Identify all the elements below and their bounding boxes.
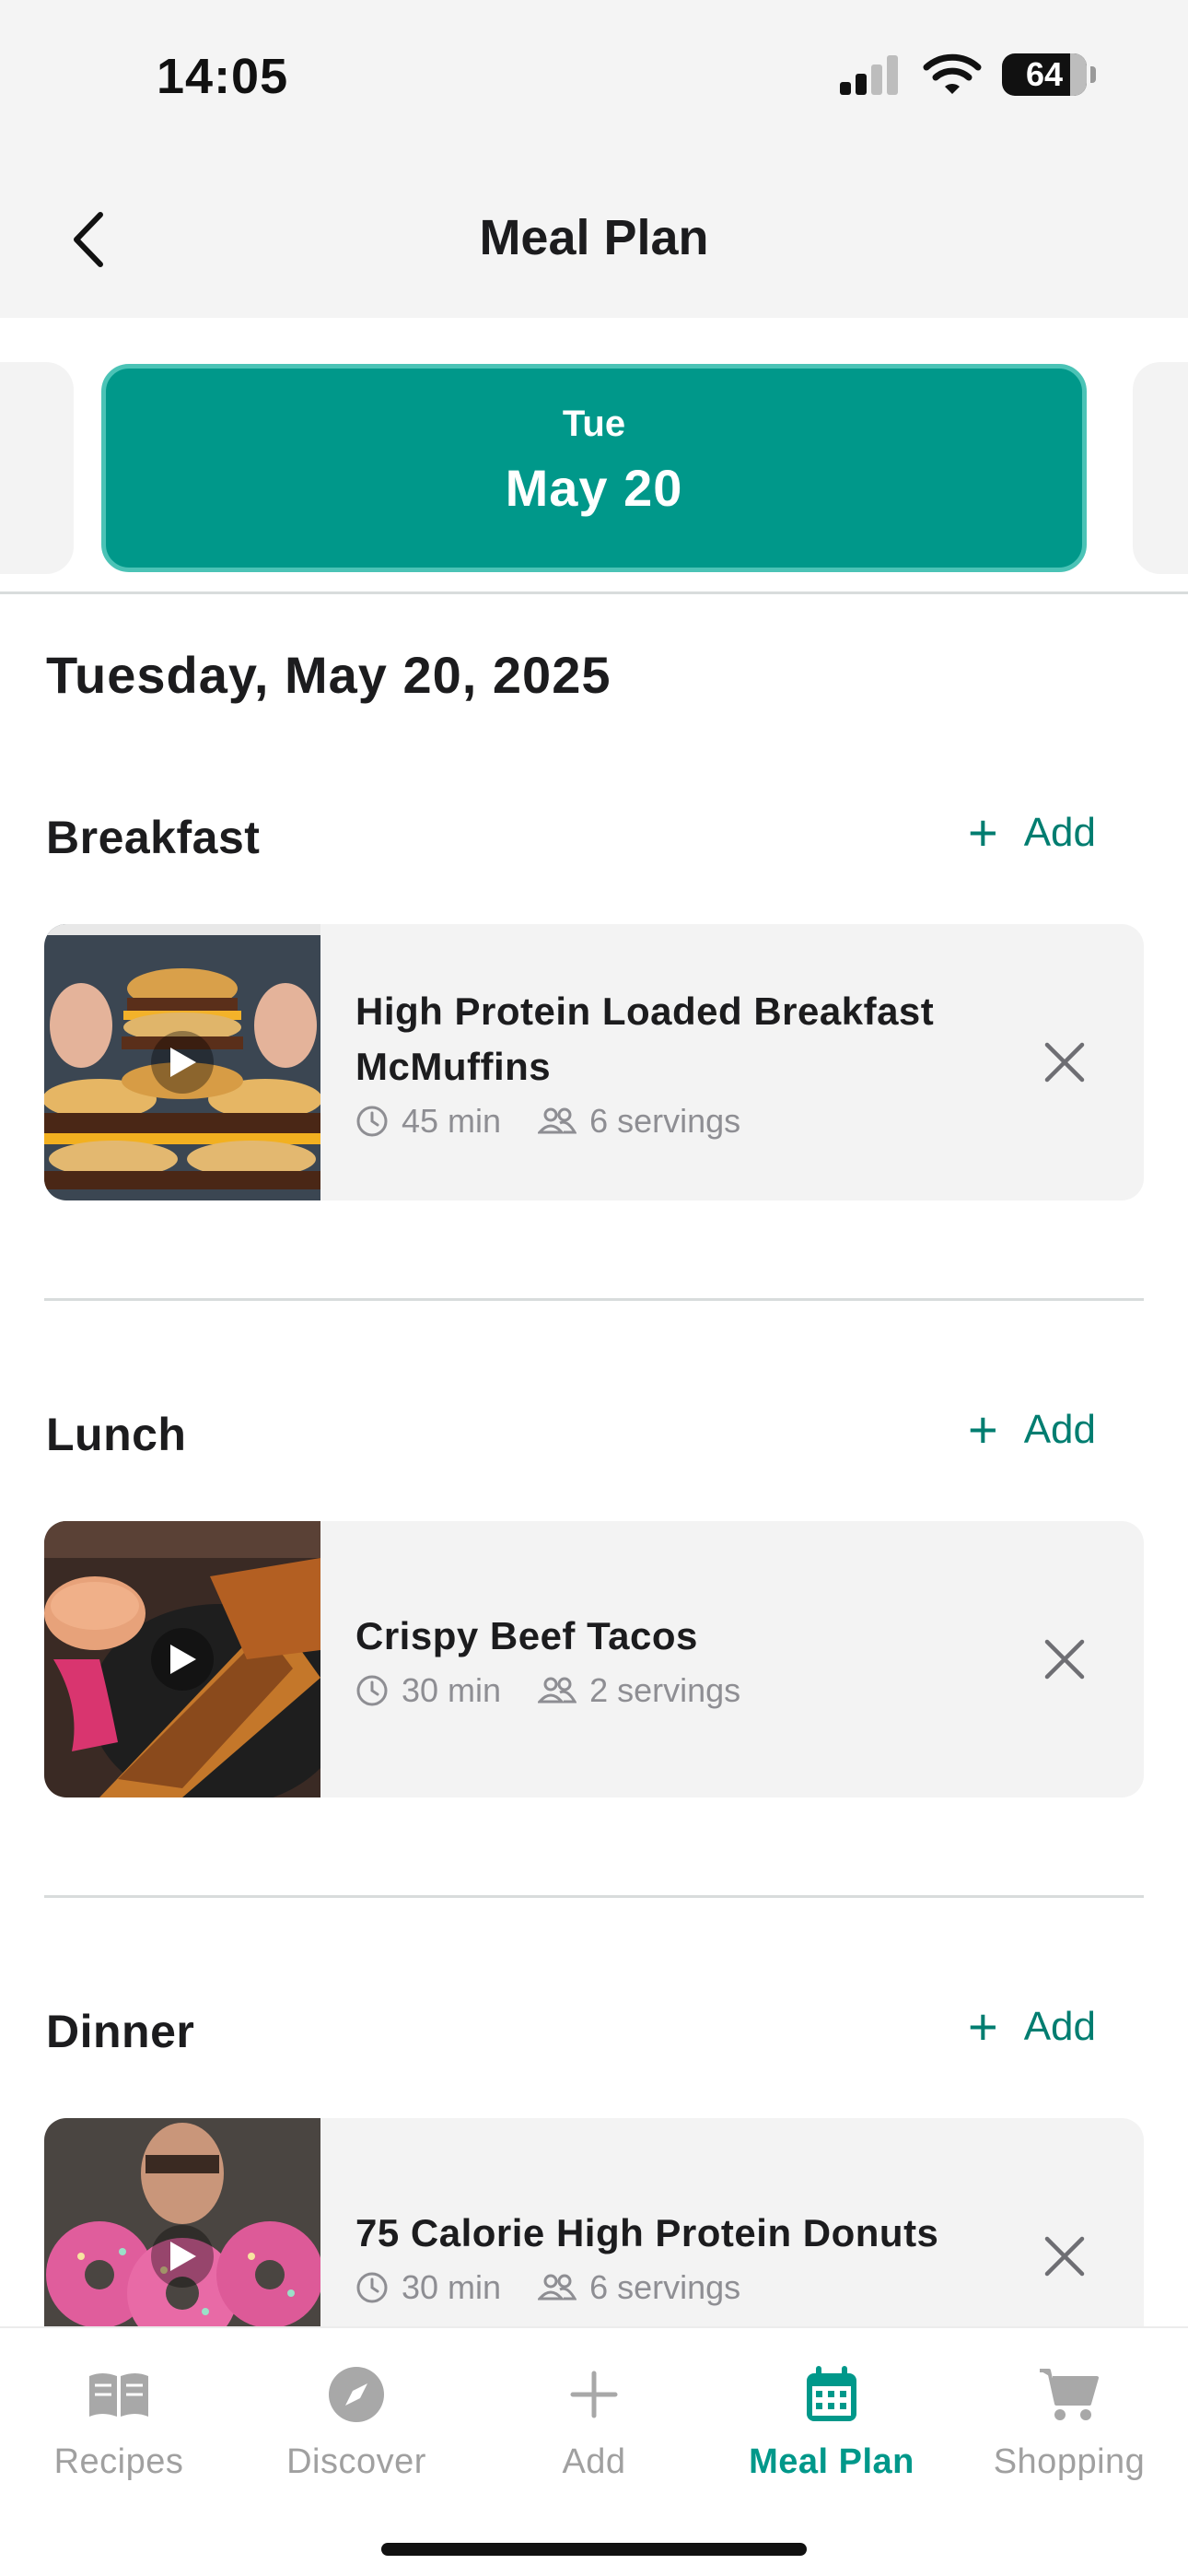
plus-icon: +: [968, 1400, 998, 1458]
recipe-name: Crispy Beef Tacos: [355, 1614, 698, 1657]
section-divider: [44, 1895, 1144, 1898]
meal-header: Dinner + Add: [46, 1996, 1142, 2069]
battery-empty-portion: [1070, 53, 1087, 96]
cart-icon: [1040, 2369, 1099, 2420]
add-label: Add: [1023, 1407, 1096, 1452]
plus-icon: +: [968, 1997, 998, 2055]
cellular-signal-icon: [840, 55, 898, 95]
plus-icon: +: [968, 803, 998, 861]
battery-level: 64: [1025, 55, 1064, 93]
tab-bar: Recipes Discover Add Meal Plan Shopping: [0, 2326, 1188, 2576]
people-icon: [538, 2274, 577, 2301]
remove-recipe-button[interactable]: [1028, 1622, 1101, 1696]
selected-date-card[interactable]: Tue May 20: [101, 364, 1087, 572]
close-icon: [1044, 1042, 1085, 1083]
recipe-thumbnail[interactable]: [44, 1521, 320, 1797]
recipe-meta: 45 min 6 servings: [355, 1102, 1006, 1141]
tab-shopping[interactable]: Shopping: [950, 2356, 1188, 2482]
add-label: Add: [1023, 2004, 1096, 2049]
add-breakfast-button[interactable]: + Add: [968, 807, 1096, 859]
servings: 6 servings: [538, 1102, 740, 1141]
recipe-card[interactable]: High Protein Loaded Breakfast McMuffins …: [44, 924, 1144, 1200]
recipe-name: High Protein Loaded Breakfast McMuffins: [355, 989, 935, 1088]
previous-date-card[interactable]: [0, 362, 74, 574]
close-icon: [1044, 2236, 1085, 2277]
play-icon: [170, 1048, 196, 1077]
meal-header: Breakfast + Add: [46, 802, 1142, 875]
people-icon: [538, 1107, 577, 1134]
status-icons: 64: [838, 53, 1096, 96]
calendar-icon: [807, 2366, 856, 2421]
recipe-meta: 30 min 2 servings: [355, 1671, 1006, 1710]
play-video-button[interactable]: [151, 1628, 214, 1691]
clock-icon: [356, 1675, 388, 1706]
meal-section-breakfast: Breakfast + Add High Protein Loaded Brea…: [0, 802, 1188, 1244]
add-dinner-button[interactable]: + Add: [968, 2001, 1096, 2053]
tab-label: Add: [562, 2442, 626, 2481]
clock-icon: [356, 1106, 388, 1137]
servings-value: 6 servings: [589, 2268, 741, 2306]
meal-section-lunch: Lunch + Add Crispy Beef Tacos 30 min 2 s…: [0, 1399, 1188, 1841]
play-video-button[interactable]: [151, 1031, 214, 1094]
navigation-bar: Meal Plan: [0, 161, 1188, 318]
recipe-meta: 30 min 6 servings: [355, 2268, 1006, 2307]
servings: 6 servings: [538, 2268, 740, 2307]
tab-meal-plan[interactable]: Meal Plan: [713, 2356, 950, 2482]
remove-recipe-button[interactable]: [1028, 2219, 1101, 2293]
recipe-info: High Protein Loaded Breakfast McMuffins …: [355, 924, 1006, 1200]
add-lunch-button[interactable]: + Add: [968, 1404, 1096, 1456]
meal-title: Dinner: [46, 2006, 195, 2057]
wifi-icon: [923, 53, 982, 94]
plus-icon: [570, 2371, 618, 2418]
status-bar: 14:05 64: [0, 0, 1188, 161]
tab-recipes[interactable]: Recipes: [0, 2356, 238, 2482]
clock-icon: [356, 2272, 388, 2303]
people-icon: [538, 1677, 577, 1704]
cook-time: 30 min: [355, 1671, 501, 1710]
next-date-card[interactable]: [1133, 362, 1188, 574]
cook-time-value: 30 min: [402, 2268, 502, 2306]
tab-label: Shopping: [993, 2442, 1146, 2481]
servings: 2 servings: [538, 1671, 740, 1710]
meal-title: Lunch: [46, 1409, 187, 1460]
play-icon: [170, 2242, 196, 2271]
tab-add[interactable]: Add: [475, 2356, 713, 2482]
home-indicator: [381, 2543, 807, 2556]
servings-value: 2 servings: [589, 1671, 741, 1709]
selected-day: May 20: [505, 459, 683, 517]
recipe-name: 75 Calorie High Protein Donuts: [355, 2211, 939, 2254]
cook-time-value: 30 min: [402, 1671, 502, 1709]
cook-time: 45 min: [355, 1102, 501, 1141]
play-icon: [170, 1645, 196, 1674]
recipe-thumbnail[interactable]: [44, 924, 320, 1200]
status-time: 14:05: [157, 49, 289, 104]
battery-indicator: 64: [1002, 53, 1096, 96]
recipe-card[interactable]: Crispy Beef Tacos 30 min 2 servings: [44, 1521, 1144, 1797]
close-icon: [1044, 1639, 1085, 1680]
full-date-heading: Tuesday, May 20, 2025: [46, 646, 611, 704]
selected-weekday: Tue: [562, 404, 626, 444]
section-divider: [44, 1298, 1144, 1301]
meal-title: Breakfast: [46, 812, 261, 863]
play-video-button[interactable]: [151, 2225, 214, 2288]
tab-label: Recipes: [53, 2442, 184, 2481]
meal-header: Lunch + Add: [46, 1399, 1142, 1472]
page-title: Meal Plan: [479, 210, 709, 265]
remove-recipe-button[interactable]: [1028, 1025, 1101, 1099]
tab-label: Meal Plan: [749, 2442, 914, 2481]
servings-value: 6 servings: [589, 1102, 741, 1140]
compass-icon: [329, 2367, 384, 2422]
date-selector: Tue May 20: [0, 318, 1188, 594]
cook-time-value: 45 min: [402, 1102, 502, 1140]
recipe-info: Crispy Beef Tacos 30 min 2 servings: [355, 1521, 1006, 1797]
tab-discover[interactable]: Discover: [238, 2356, 475, 2482]
tab-label: Discover: [286, 2442, 426, 2481]
add-label: Add: [1023, 810, 1096, 855]
cook-time: 30 min: [355, 2268, 501, 2307]
book-icon: [89, 2373, 148, 2417]
